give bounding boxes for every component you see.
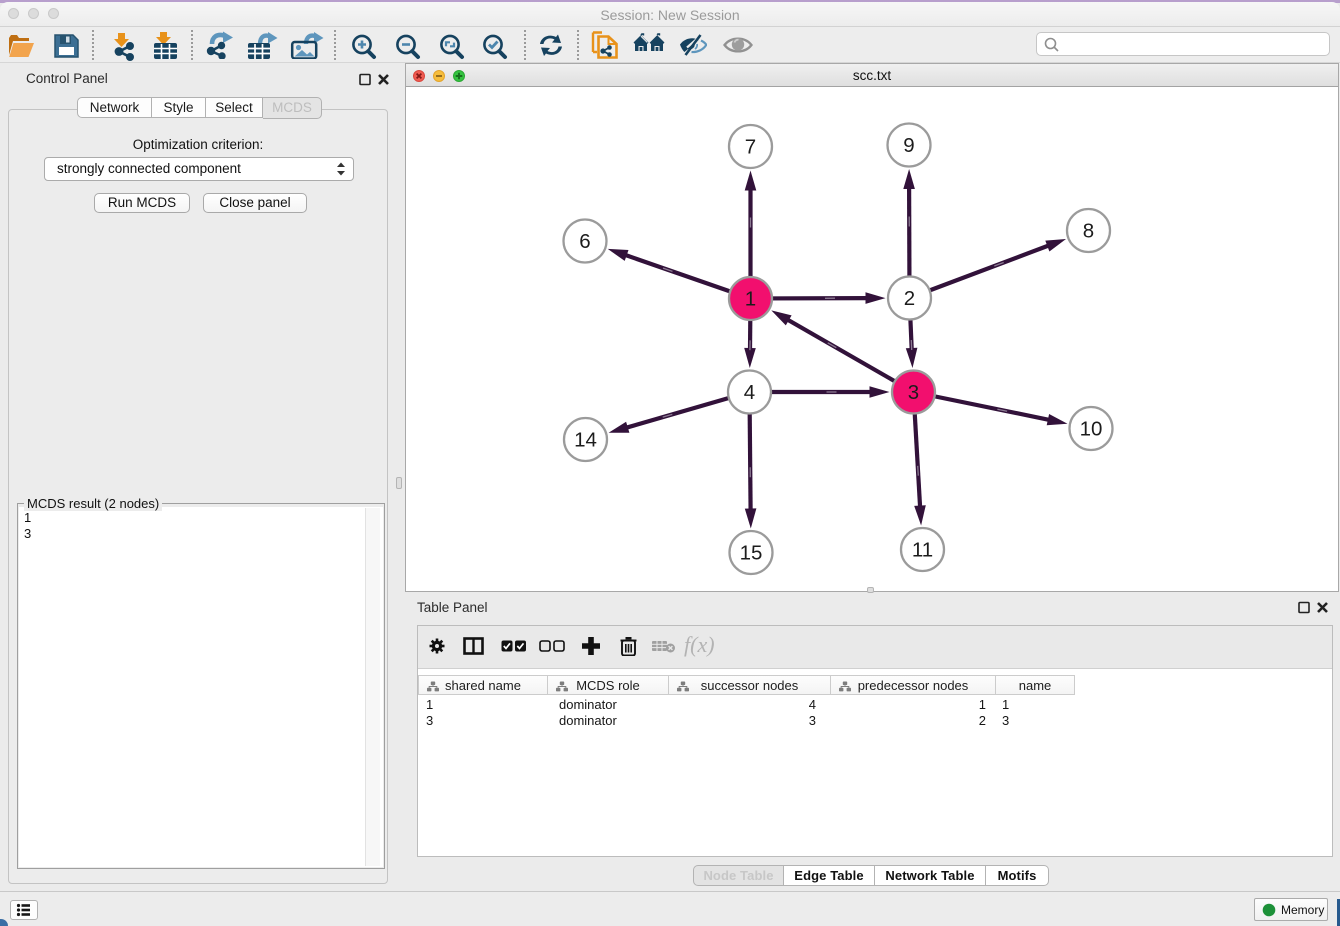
svg-text:15: 15	[740, 542, 763, 565]
svg-text:6: 6	[579, 230, 590, 253]
svg-text:10: 10	[1080, 418, 1103, 441]
svg-text:11: 11	[912, 539, 933, 562]
svg-text:4: 4	[744, 381, 755, 404]
svg-text:14: 14	[574, 429, 597, 452]
svg-text:8: 8	[1083, 220, 1094, 243]
svg-text:9: 9	[903, 134, 914, 157]
svg-text:2: 2	[904, 287, 915, 310]
svg-text:3: 3	[908, 381, 919, 404]
svg-text:1: 1	[745, 288, 756, 311]
svg-text:7: 7	[745, 136, 756, 159]
